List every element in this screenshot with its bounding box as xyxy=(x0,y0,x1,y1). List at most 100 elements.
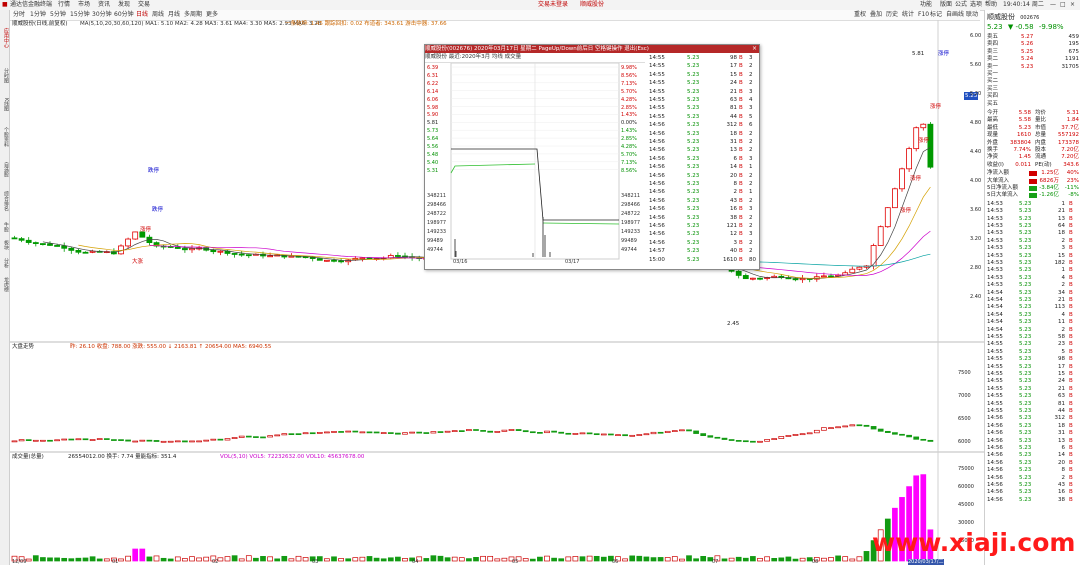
menu-item-hq[interactable]: 行情 xyxy=(58,0,70,10)
close-icon[interactable]: × xyxy=(1070,0,1075,10)
flow-pct: -11% xyxy=(1064,185,1079,191)
stat-label: 均价 xyxy=(1035,110,1047,116)
trade-price: 5.23 xyxy=(1019,496,1032,503)
tool-mark[interactable]: 标记 xyxy=(930,10,942,20)
index-candle xyxy=(849,424,856,427)
index-candle xyxy=(125,439,131,442)
candle-body xyxy=(174,246,181,249)
index-candle xyxy=(686,429,692,432)
popup-tick-time: 14:55 xyxy=(649,97,665,103)
tool-f10[interactable]: F10 xyxy=(918,10,929,20)
period-tab[interactable]: 分时 xyxy=(13,10,25,20)
tool-link[interactable]: 联动 xyxy=(966,10,978,20)
index-candle xyxy=(508,429,515,431)
period-tab[interactable]: 15分钟 xyxy=(70,10,90,20)
volume-bar xyxy=(324,558,330,562)
stat-value: 5.23 xyxy=(1018,124,1031,131)
volume-bar xyxy=(132,548,139,562)
menu-item-news[interactable]: 资讯 xyxy=(98,0,110,10)
popup-tick-side: B xyxy=(739,164,743,171)
trade-volume: 113 xyxy=(1054,304,1066,311)
maximize-icon[interactable]: □ xyxy=(1060,0,1066,10)
y-tick: 4.00 xyxy=(970,178,982,184)
y-tick: 45000 xyxy=(958,502,974,508)
rail-tab-timeshare[interactable]: 分时图 xyxy=(0,62,9,88)
popup-price-tick: 5.64 xyxy=(427,136,439,143)
app-title: 通达信金融终端 xyxy=(10,1,53,8)
trade-price: 5.23 xyxy=(1019,319,1032,326)
popup-tick-time: 14:56 xyxy=(649,189,665,196)
volume-bar xyxy=(700,556,707,562)
menu-item-options[interactable]: 选项 xyxy=(970,0,982,10)
period-tab[interactable]: 5分钟 xyxy=(50,10,66,20)
flow-bar xyxy=(1029,193,1037,199)
tool-weight[interactable]: 重权 xyxy=(854,10,866,20)
main-chart-title: 顺威股份(日线,前复权) xyxy=(12,21,68,27)
period-tab[interactable]: 更多 xyxy=(206,10,218,20)
rail-tab-sector[interactable]: 板块 xyxy=(0,238,9,252)
menu-item-layout[interactable]: 版面 xyxy=(940,0,952,10)
ask-level-volume: 31705 xyxy=(1061,63,1080,70)
stat-label: 流通 xyxy=(1035,154,1047,161)
rail-tab-bull[interactable]: 牛股 xyxy=(0,220,9,234)
period-tab[interactable]: 60分钟 xyxy=(114,10,134,20)
popup-tick-volume: 8 xyxy=(733,181,738,187)
period-tab[interactable]: 1分钟 xyxy=(30,10,46,20)
index-candle xyxy=(245,435,252,438)
candle-body xyxy=(821,275,827,278)
candle-body xyxy=(61,245,68,249)
volume-bar xyxy=(68,558,75,562)
rail-tab-kline[interactable]: K线图 xyxy=(0,92,9,118)
minimize-icon[interactable]: — xyxy=(1050,0,1056,10)
trade-time: 14:56 xyxy=(987,489,1003,496)
index-candle xyxy=(75,438,82,441)
index-candles xyxy=(11,424,934,443)
y-tick: 6.00 xyxy=(970,33,982,39)
index-candle xyxy=(146,439,153,442)
popup-tick-time: 14:56 xyxy=(649,214,665,221)
index-candle xyxy=(707,435,714,438)
period-tab[interactable]: 月线 xyxy=(168,10,180,20)
popup-tick-side: B xyxy=(739,206,743,213)
popup-tick-volume: 16 xyxy=(730,206,737,213)
rail-tab-analysis[interactable]: 分析 xyxy=(0,256,9,270)
popup-tick-count: 2 xyxy=(749,248,753,255)
menu-item-market[interactable]: 市场 xyxy=(78,0,90,10)
period-tab[interactable]: 多周期 xyxy=(184,10,202,20)
popup-tick-time: 14:56 xyxy=(649,239,665,246)
popup-vol-tick: 348211 xyxy=(427,193,447,199)
rail-tab-profile[interactable]: 个股资料 xyxy=(0,122,9,152)
trade-side: B xyxy=(1069,260,1073,266)
index-candle xyxy=(352,430,359,433)
tool-overlay[interactable]: 叠加 xyxy=(870,10,882,20)
index-candle xyxy=(224,438,231,441)
trade-login-status[interactable]: 交易未登录 xyxy=(538,0,568,10)
popup-tick-side: B xyxy=(739,256,743,263)
popup-tick-price: 5.23 xyxy=(687,105,700,112)
intraday-popup[interactable]: 顺威股份(002676) 2020年03月17日 星期二 PageUp/Down… xyxy=(424,44,760,270)
rail-tab-ranking[interactable]: 综合排名 xyxy=(0,186,9,216)
menu-item-help[interactable]: 帮助 xyxy=(985,0,997,10)
popup-price-tick: 5.98 xyxy=(427,104,439,111)
rail-tab-watchlist[interactable]: 自选股 xyxy=(0,156,9,182)
rail-tab-lhb[interactable]: 龙虎榜 xyxy=(0,274,9,294)
stat-label: 今开 xyxy=(987,110,999,116)
popup-vol-tick: 298466 xyxy=(427,202,447,208)
period-tab-active[interactable]: 日线 xyxy=(136,10,148,20)
period-tab[interactable]: 周线 xyxy=(152,10,164,20)
index-candle xyxy=(430,431,437,434)
period-tab[interactable]: 30分钟 xyxy=(92,10,112,20)
menu-item-formula[interactable]: 公式 xyxy=(955,0,967,10)
popup-close-icon[interactable]: × xyxy=(752,45,757,53)
stat-value: 5.31 xyxy=(1066,110,1079,116)
tool-draw[interactable]: 自画线 xyxy=(946,10,964,20)
volume-bar xyxy=(771,558,778,562)
menu-item-discover[interactable]: 发现 xyxy=(118,0,130,10)
menu-item-function[interactable]: 功能 xyxy=(920,0,932,10)
tool-stats[interactable]: 统计 xyxy=(902,10,914,20)
rail-tab-apps[interactable]: 应用中心 xyxy=(0,18,9,58)
menu-item-trade[interactable]: 交易 xyxy=(138,0,150,10)
tool-history[interactable]: 历史 xyxy=(886,10,898,20)
y-tick: 4.80 xyxy=(970,120,982,126)
popup-price-tick: 5.81 xyxy=(427,120,439,127)
